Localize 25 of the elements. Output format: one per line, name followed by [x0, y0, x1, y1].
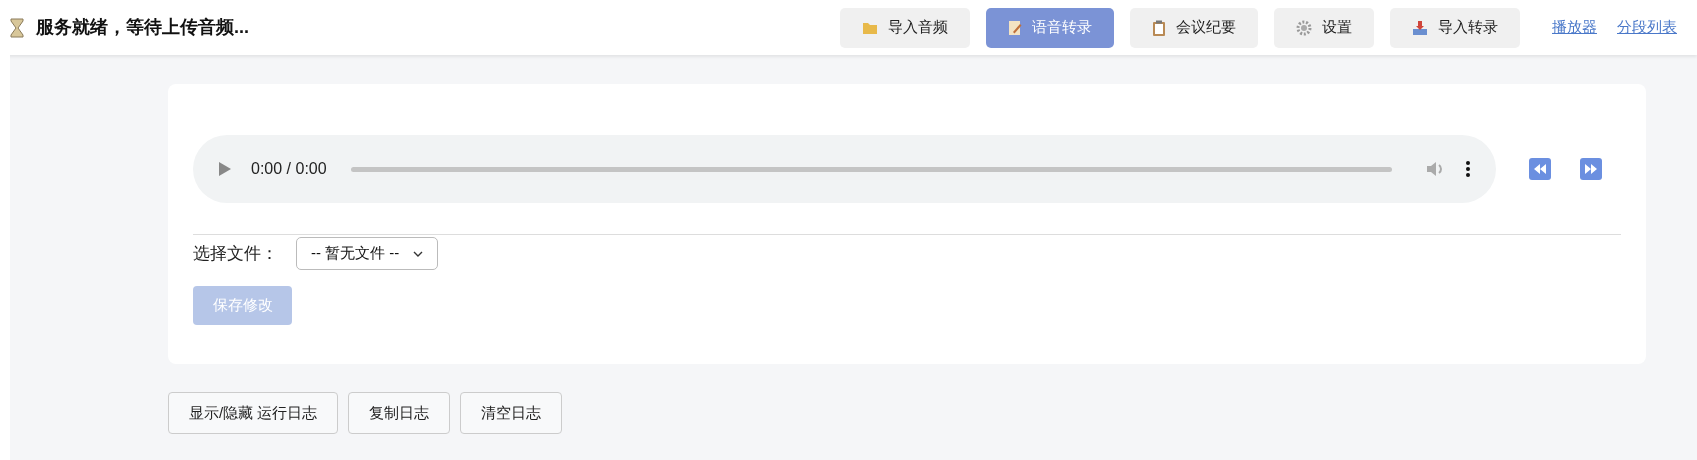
fast-forward-icon[interactable] [1580, 158, 1602, 180]
hourglass-icon [10, 17, 24, 38]
status-text: 服务就绪，等待上传音频... [36, 16, 249, 39]
log-button[interactable]: 显示/隐藏 运行日志 [168, 392, 339, 434]
file-select[interactable]: -- 暂无文件 -- [296, 237, 439, 270]
file-select-label: 选择文件： [193, 242, 278, 265]
inbox-icon [1412, 19, 1428, 36]
rewind-icon[interactable] [1529, 158, 1551, 180]
log-button[interactable]: 清空日志 [460, 392, 563, 434]
more-icon[interactable] [1466, 161, 1470, 177]
caret-icon [413, 250, 424, 257]
folder-icon [862, 20, 878, 35]
log-button[interactable]: 复制日志 [348, 392, 451, 434]
gear-icon [1296, 19, 1312, 36]
nav-tab[interactable]: 导入音频 [840, 7, 970, 48]
nav-tab[interactable]: 设置 [1274, 7, 1374, 48]
play-icon[interactable] [219, 162, 231, 176]
progress-track[interactable] [350, 166, 1392, 172]
time-display: 0:00 / 0:00 [251, 159, 327, 179]
nav-link[interactable]: 播放器 [1552, 16, 1597, 39]
nav-tab[interactable]: 导入转录 [1390, 7, 1520, 48]
memo-icon [1008, 19, 1022, 36]
nav-link[interactable]: 分段列表 [1617, 16, 1677, 39]
nav-tab[interactable]: 会议纪要 [1130, 7, 1258, 48]
clipboard-icon [1152, 19, 1166, 36]
